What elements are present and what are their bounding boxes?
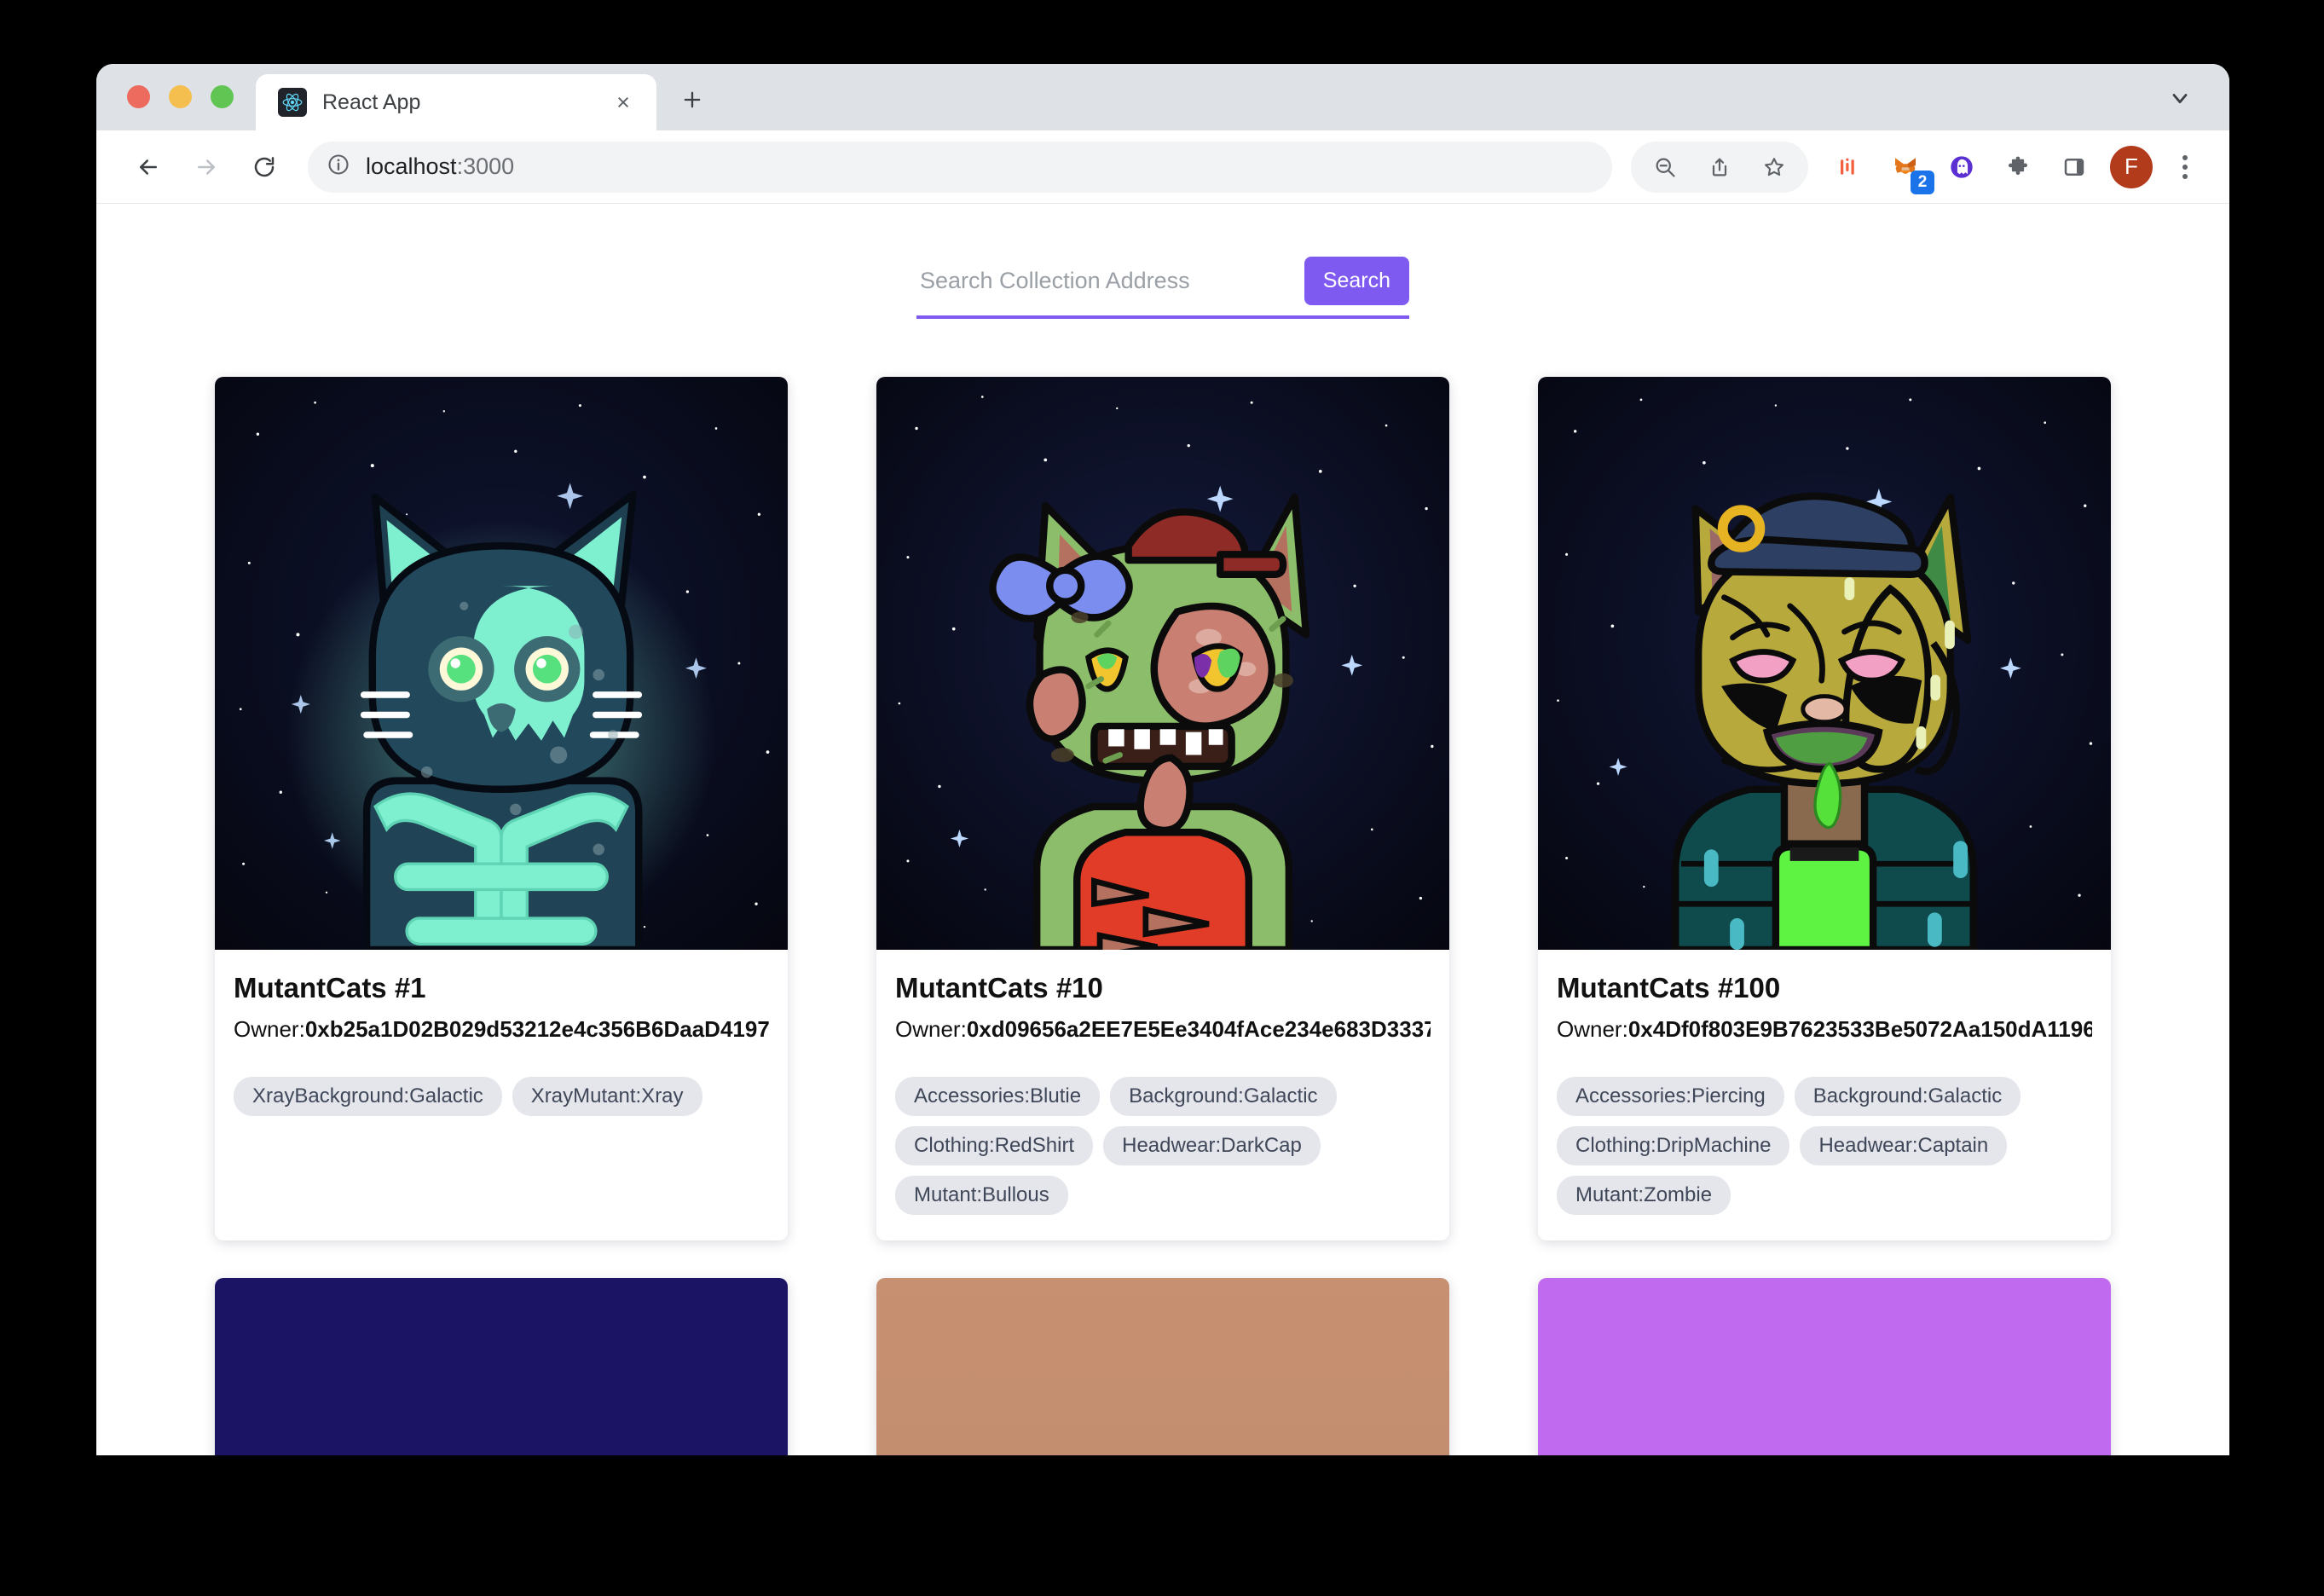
trait-pill[interactable]: Background:Galactic bbox=[1110, 1077, 1337, 1116]
search-section: Search bbox=[96, 257, 2229, 319]
react-logo-icon bbox=[278, 88, 307, 117]
xray-skeleton-cat-art bbox=[215, 377, 788, 950]
nft-image bbox=[1538, 377, 2111, 950]
nft-card-body: MutantCats #1 Owner:0xb25a1D02B029d53212… bbox=[215, 950, 788, 1142]
owner-address: 0xd09656a2EE7E5Ee3404fAce234e683D3337d bbox=[966, 1016, 1431, 1042]
nft-title: MutantCats #10 bbox=[895, 972, 1103, 1003]
bookmark-star-icon[interactable] bbox=[1749, 142, 1800, 193]
trait-pill[interactable]: Accessories:Blutie bbox=[895, 1077, 1101, 1116]
zoom-out-icon[interactable] bbox=[1639, 142, 1691, 193]
trait-pill[interactable]: XrayMutant:Xray bbox=[512, 1077, 702, 1116]
ghost-extension-icon[interactable] bbox=[1936, 142, 1987, 193]
back-arrow-icon[interactable] bbox=[122, 141, 175, 194]
navy-bg-red-tophat-cat-art bbox=[215, 1278, 788, 1455]
three-dot-menu-icon[interactable] bbox=[2163, 145, 2207, 189]
nft-traits: XrayBackground:Galactic XrayMutant:Xray bbox=[234, 1077, 769, 1116]
nft-card-body: MutantCats #10 Owner:0xd09656a2EE7E5Ee34… bbox=[876, 950, 1449, 1240]
nft-card[interactable]: MutantCats #1 Owner:0xb25a1D02B029d53212… bbox=[215, 377, 788, 1240]
browser-window: React App × localhost:3000 2 F Search Co… bbox=[96, 64, 2229, 1455]
highlight-extension-icon[interactable] bbox=[1824, 142, 1875, 193]
share-icon[interactable] bbox=[1694, 142, 1745, 193]
purple-bg-grey-tophat-cat-art bbox=[1538, 1278, 2111, 1455]
url-port: :3000 bbox=[456, 153, 515, 179]
puzzle-extensions-icon[interactable] bbox=[1992, 142, 2044, 193]
nft-traits: Accessories:Piercing Background:Galactic… bbox=[1557, 1077, 2092, 1215]
search-bar: Search bbox=[916, 257, 1409, 319]
new-tab-button[interactable] bbox=[668, 76, 716, 124]
trait-pill[interactable]: Headwear:Captain bbox=[1800, 1126, 2008, 1165]
address-bar[interactable]: localhost:3000 bbox=[308, 141, 1612, 193]
trait-pill[interactable]: Headwear:DarkCap bbox=[1103, 1126, 1321, 1165]
nft-grid: MutantCats #1 Owner:0xb25a1D02B029d53212… bbox=[96, 319, 2229, 1455]
nft-image bbox=[1538, 1278, 2111, 1455]
nft-owner: Owner:0xd09656a2EE7E5Ee3404fAce234e683D3… bbox=[895, 1016, 1431, 1043]
melting-olive-cat-art bbox=[1538, 377, 2111, 950]
minimize-window-button[interactable] bbox=[169, 85, 192, 108]
omnibox-actions bbox=[1631, 141, 1808, 193]
profile-avatar[interactable]: F bbox=[2110, 145, 2153, 188]
browser-tab[interactable]: React App × bbox=[256, 74, 656, 130]
nft-card[interactable] bbox=[215, 1278, 788, 1455]
trait-pill[interactable]: Background:Galactic bbox=[1794, 1077, 2021, 1116]
tan-bg-black-tophat-teal-cat-art bbox=[876, 1278, 1449, 1455]
metamask-extension-icon[interactable]: 2 bbox=[1880, 142, 1934, 194]
chevron-down-icon[interactable] bbox=[2159, 78, 2200, 119]
trait-pill[interactable]: Mutant:Bullous bbox=[895, 1176, 1068, 1215]
url-host: localhost bbox=[366, 153, 457, 179]
owner-address: 0x4Df0f803E9B7623533Be5072Aa150dA11963 bbox=[1627, 1016, 2092, 1042]
nft-card[interactable] bbox=[1538, 1278, 2111, 1455]
forward-arrow-icon[interactable] bbox=[180, 141, 233, 194]
nft-card-body: MutantCats #100 Owner:0x4Df0f803E9B76235… bbox=[1538, 950, 2111, 1240]
window-controls bbox=[96, 85, 256, 130]
zombie-green-cat-art bbox=[876, 377, 1449, 950]
extension-badge-count: 2 bbox=[1911, 170, 1934, 194]
owner-label: Owner: bbox=[234, 1016, 305, 1042]
tab-strip: React App × bbox=[96, 64, 2229, 130]
trait-pill[interactable]: Accessories:Piercing bbox=[1557, 1077, 1784, 1116]
nft-owner: Owner:0x4Df0f803E9B7623533Be5072Aa150dA1… bbox=[1557, 1016, 2092, 1043]
nft-image bbox=[876, 377, 1449, 950]
nft-title: MutantCats #100 bbox=[1557, 972, 1781, 1003]
search-button[interactable]: Search bbox=[1304, 257, 1409, 305]
nft-card[interactable] bbox=[876, 1278, 1449, 1455]
maximize-window-button[interactable] bbox=[211, 85, 234, 108]
nft-image bbox=[876, 1278, 1449, 1455]
nft-owner: Owner:0xb25a1D02B029d53212e4c356B6DaaD41… bbox=[234, 1016, 769, 1043]
site-info-icon[interactable] bbox=[327, 153, 350, 181]
side-panel-icon[interactable] bbox=[2049, 142, 2100, 193]
tab-title: React App bbox=[322, 90, 421, 114]
owner-label: Owner: bbox=[1557, 1016, 1628, 1042]
owner-address: 0xb25a1D02B029d53212e4c356B6DaaD419762 bbox=[304, 1016, 769, 1042]
nft-card[interactable]: MutantCats #100 Owner:0x4Df0f803E9B76235… bbox=[1538, 377, 2111, 1240]
search-input[interactable] bbox=[916, 259, 1304, 303]
trait-pill[interactable]: XrayBackground:Galactic bbox=[234, 1077, 502, 1116]
close-window-button[interactable] bbox=[127, 85, 150, 108]
reload-icon[interactable] bbox=[238, 141, 291, 194]
trait-pill[interactable]: Clothing:RedShirt bbox=[895, 1126, 1094, 1165]
trait-pill[interactable]: Mutant:Zombie bbox=[1557, 1176, 1731, 1215]
nft-title: MutantCats #1 bbox=[234, 972, 426, 1003]
nft-card[interactable]: MutantCats #10 Owner:0xd09656a2EE7E5Ee34… bbox=[876, 377, 1449, 1240]
close-icon[interactable]: × bbox=[609, 88, 638, 117]
owner-label: Owner: bbox=[895, 1016, 967, 1042]
nft-image bbox=[215, 1278, 788, 1455]
url-text: localhost:3000 bbox=[366, 153, 514, 180]
page-content: Search Collection Address Search MutantC… bbox=[96, 204, 2229, 1455]
nft-image bbox=[215, 377, 788, 950]
trait-pill[interactable]: Clothing:DripMachine bbox=[1557, 1126, 1790, 1165]
browser-toolbar: localhost:3000 2 F bbox=[96, 130, 2229, 204]
nft-traits: Accessories:Blutie Background:Galactic C… bbox=[895, 1077, 1431, 1215]
